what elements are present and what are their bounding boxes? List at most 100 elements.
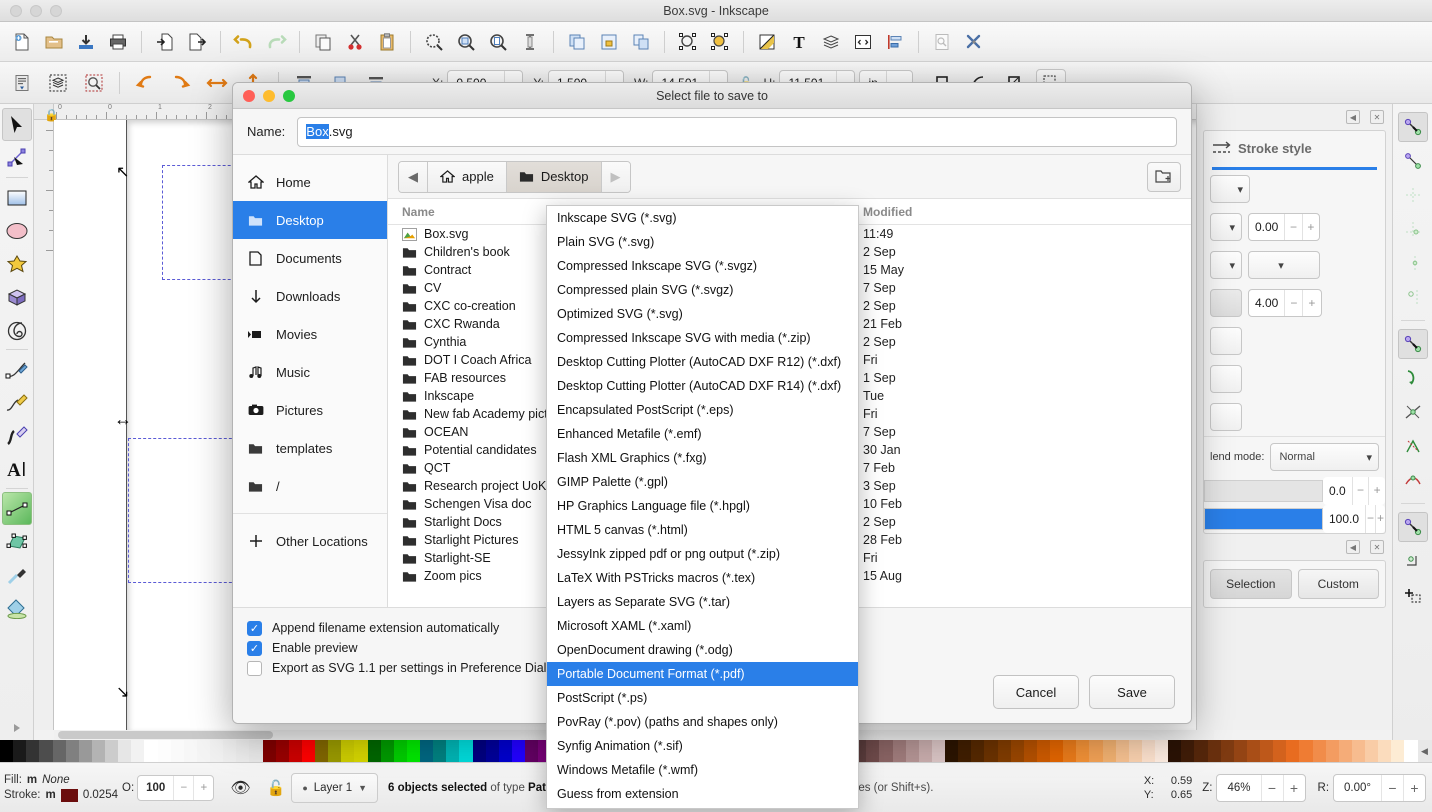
- palette-swatch[interactable]: [236, 740, 250, 762]
- paste-icon[interactable]: [372, 27, 402, 57]
- palette-swatch[interactable]: [196, 740, 210, 762]
- palette-swatch[interactable]: [866, 740, 880, 762]
- menu-item[interactable]: Optimized SVG (*.svg): [547, 302, 858, 326]
- layers-icon[interactable]: [816, 27, 846, 57]
- select-all-layers-icon[interactable]: [43, 69, 73, 97]
- menu-item[interactable]: Microsoft XAML (*.xaml): [547, 614, 858, 638]
- paintbucket-tool[interactable]: [2, 591, 32, 624]
- rotate-cw-icon[interactable]: [166, 69, 196, 97]
- palette-swatch[interactable]: [406, 740, 420, 762]
- menu-item[interactable]: LaTeX With PSTricks macros (*.tex): [547, 566, 858, 590]
- palette-swatch[interactable]: [223, 740, 237, 762]
- palette-swatch[interactable]: [118, 740, 132, 762]
- filename-input[interactable]: Box .svg: [297, 116, 1177, 147]
- menu-item[interactable]: Layers as Separate SVG (*.tar): [547, 590, 858, 614]
- zoom-drawing-icon[interactable]: [451, 27, 481, 57]
- palette-swatch[interactable]: [1404, 740, 1418, 762]
- menu-item[interactable]: Desktop Cutting Plotter (AutoCAD DXF R12…: [547, 350, 858, 374]
- option-enable-preview[interactable]: ✓ Enable preview: [247, 638, 564, 658]
- palette-swatch[interactable]: [1365, 740, 1379, 762]
- palette-swatch[interactable]: [511, 740, 525, 762]
- palette-swatch[interactable]: [380, 740, 394, 762]
- snap-path-icon[interactable]: [1398, 363, 1428, 393]
- rotate-cw-icon[interactable]: +: [1403, 774, 1425, 801]
- stroke-dash-select[interactable]: ▾: [1210, 251, 1242, 279]
- zoom-in-icon[interactable]: +: [1282, 774, 1305, 801]
- pencil-tool[interactable]: [2, 386, 32, 419]
- places-sidebar[interactable]: Home Desktop Documents Downloads Movies: [233, 155, 388, 607]
- palette-swatch[interactable]: [1115, 740, 1129, 762]
- menu-item[interactable]: GIMP Palette (*.gpl): [547, 470, 858, 494]
- breadcrumb-apple[interactable]: apple: [428, 161, 507, 192]
- save-button[interactable]: Save: [1089, 675, 1175, 709]
- stroke-unit-select[interactable]: ▾: [1210, 175, 1250, 203]
- sidebar-item-movies[interactable]: Movies: [233, 315, 387, 353]
- decrement-icon[interactable]: −: [173, 775, 193, 800]
- stroke-to-path-icon[interactable]: [705, 27, 735, 57]
- menu-item[interactable]: Enhanced Metafile (*.emf): [547, 422, 858, 446]
- sidebar-item-home[interactable]: Home: [233, 163, 387, 201]
- menu-item[interactable]: Compressed plain SVG (*.svgz): [547, 278, 858, 302]
- cap-butt-button[interactable]: [1210, 327, 1242, 355]
- xml-editor-icon[interactable]: [848, 27, 878, 57]
- preferences-icon[interactable]: [959, 27, 989, 57]
- undo-icon[interactable]: [229, 27, 259, 57]
- palette-swatch[interactable]: [879, 740, 893, 762]
- group-icon[interactable]: [594, 27, 624, 57]
- miterlimit-input[interactable]: 4.00 − +: [1248, 289, 1322, 317]
- palette-swatch[interactable]: [892, 740, 906, 762]
- cut-icon[interactable]: [340, 27, 370, 57]
- menu-item[interactable]: Portable Document Format (*.pdf): [547, 662, 858, 686]
- palette-swatch[interactable]: [945, 740, 959, 762]
- option-export-svg11[interactable]: Export as SVG 1.1 per settings in Prefer…: [247, 658, 564, 678]
- palette-swatch[interactable]: [905, 740, 919, 762]
- new-document-icon[interactable]: [7, 27, 37, 57]
- open-document-icon[interactable]: [39, 27, 69, 57]
- snap-bbox-corner-icon[interactable]: [1398, 214, 1428, 244]
- palette-swatch[interactable]: [275, 740, 289, 762]
- file-format-dropdown-menu[interactable]: Inkscape SVG (*.svg) Plain SVG (*.svg) Com…: [546, 205, 859, 809]
- palette-swatch[interactable]: [1260, 740, 1274, 762]
- palette-swatch[interactable]: [210, 740, 224, 762]
- marker-select[interactable]: ▾: [1248, 251, 1320, 279]
- vertical-ruler[interactable]: [34, 120, 54, 730]
- palette-swatch[interactable]: [420, 740, 434, 762]
- palette-swatch[interactable]: [1010, 740, 1024, 762]
- close-icon[interactable]: ✕: [1370, 110, 1384, 124]
- menu-item[interactable]: Windows Metafile (*.wmf): [547, 758, 858, 782]
- palette-swatch[interactable]: [485, 740, 499, 762]
- menu-item[interactable]: Plain SVG (*.svg): [547, 230, 858, 254]
- palette-swatch[interactable]: [105, 740, 119, 762]
- menu-item[interactable]: Guess from extension: [547, 782, 858, 806]
- increment-icon[interactable]: +: [1301, 214, 1319, 240]
- menu-item[interactable]: JessyInk zipped pdf or png output (*.zip…: [547, 542, 858, 566]
- layer-lock-icon[interactable]: 🔓: [267, 779, 286, 797]
- menu-item[interactable]: HP Graphics Language file (*.hpgl): [547, 494, 858, 518]
- redo-icon[interactable]: [261, 27, 291, 57]
- increment-icon[interactable]: +: [193, 775, 213, 800]
- blur-slider[interactable]: [1204, 480, 1323, 502]
- zoom-selection-icon[interactable]: [419, 27, 449, 57]
- palette-scroll-left-icon[interactable]: ◀: [1417, 740, 1432, 762]
- save-document-icon[interactable]: [71, 27, 101, 57]
- palette-swatch[interactable]: [1351, 740, 1365, 762]
- opacity-control[interactable]: O: 100 − +: [122, 774, 215, 801]
- duplicate-icon[interactable]: [562, 27, 592, 57]
- tab-stroke-style[interactable]: Stroke style: [1204, 131, 1385, 167]
- rotate-ccw-icon[interactable]: −: [1381, 774, 1403, 801]
- palette-swatch[interactable]: [1312, 740, 1326, 762]
- rectangle-tool[interactable]: [2, 181, 32, 214]
- decrement-icon[interactable]: −: [1351, 477, 1369, 505]
- palette-swatch[interactable]: [472, 740, 486, 762]
- palette-swatch[interactable]: [393, 740, 407, 762]
- snap-cusp-node-icon[interactable]: [1398, 431, 1428, 461]
- palette-swatch[interactable]: [446, 740, 460, 762]
- sidebar-item-templates[interactable]: templates: [233, 429, 387, 467]
- palette-swatch[interactable]: [39, 740, 53, 762]
- palette-swatch[interactable]: [1155, 740, 1169, 762]
- bezier-tool[interactable]: [2, 353, 32, 386]
- join-style-button[interactable]: [1210, 289, 1242, 317]
- palette-swatch[interactable]: [354, 740, 368, 762]
- sidebar-item-desktop[interactable]: Desktop: [233, 201, 387, 239]
- stroke-width-unit-select[interactable]: ▾: [1210, 213, 1242, 241]
